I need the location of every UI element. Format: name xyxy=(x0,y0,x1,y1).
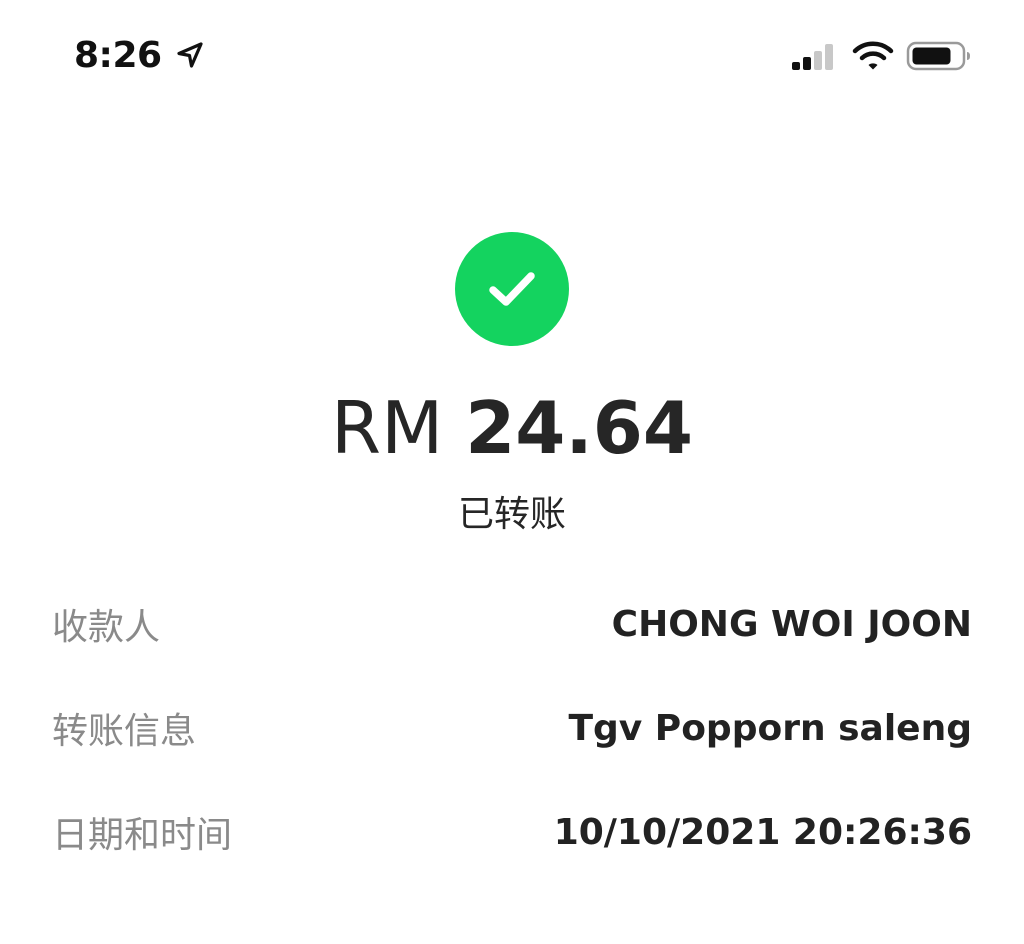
location-arrow-icon xyxy=(174,39,206,71)
status-time-group: 8:26 xyxy=(74,30,206,80)
success-check-icon xyxy=(455,232,569,346)
detail-row-message: 转账信息 Tgv Popporn saleng xyxy=(52,700,972,756)
wifi-icon xyxy=(852,40,894,72)
detail-row-datetime: 日期和时间 10/10/2021 20:26:36 xyxy=(52,804,972,860)
recipient-label: 收款人 xyxy=(52,607,161,648)
check-icon xyxy=(489,272,535,306)
cellular-signal-icon xyxy=(790,40,838,72)
status-bar: 8:26 xyxy=(0,0,1024,110)
status-time: 8:26 xyxy=(74,34,162,76)
recipient-value: CHONG WOI JOON xyxy=(611,603,972,645)
transfer-status: 已转账 xyxy=(457,494,566,535)
battery-icon xyxy=(906,40,972,72)
transfer-amount: RM 24.64 xyxy=(0,382,1024,494)
amount-currency: RM xyxy=(331,386,444,470)
detail-row-recipient: 收款人 CHONG WOI JOON xyxy=(52,596,972,652)
message-label: 转账信息 xyxy=(52,711,197,752)
amount-value: 24.64 xyxy=(465,386,693,470)
message-value: Tgv Popporn saleng xyxy=(568,707,972,749)
datetime-value: 10/10/2021 20:26:36 xyxy=(553,811,972,853)
datetime-label: 日期和时间 xyxy=(52,815,233,856)
transfer-details: 收款人 CHONG WOI JOON 转账信息 Tgv Popporn sale… xyxy=(52,596,972,908)
status-indicators xyxy=(790,36,972,76)
